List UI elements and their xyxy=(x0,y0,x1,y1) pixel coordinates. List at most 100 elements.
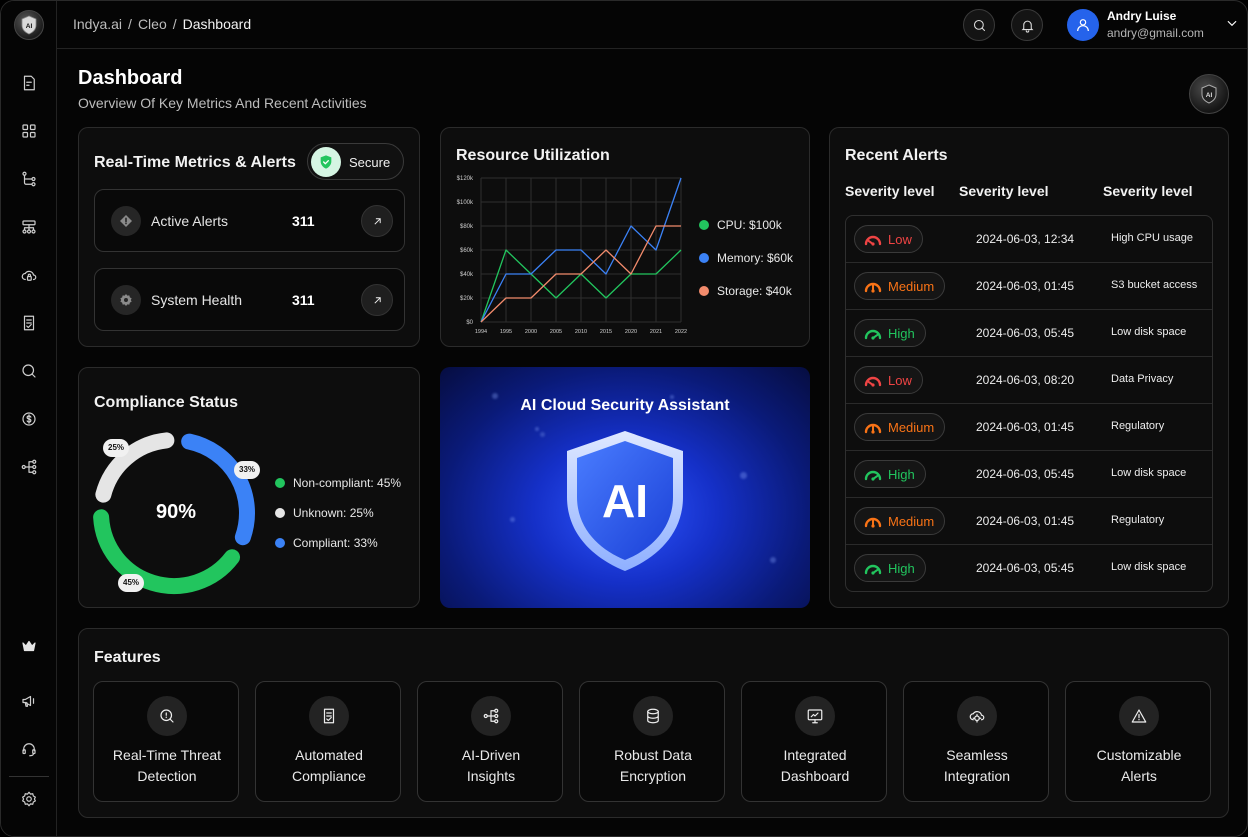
legend-label: Compliant: 33% xyxy=(293,536,378,550)
donut-tag-compliant: 33% xyxy=(234,461,261,479)
dollar-icon[interactable] xyxy=(17,407,41,431)
user-menu[interactable]: Andry Luise andry@gmail.com xyxy=(1067,8,1243,42)
table-row[interactable]: Medium 2024-06-03, 01:45 Regulatory xyxy=(846,498,1212,545)
resource-title: Resource Utilization xyxy=(456,147,610,164)
flow-icon[interactable] xyxy=(17,167,41,191)
alert-icon xyxy=(111,206,141,236)
threat-search-icon xyxy=(147,696,187,736)
open-button[interactable] xyxy=(361,205,393,237)
x-tick-label: 2000 xyxy=(525,329,537,335)
table-row[interactable]: Medium 2024-06-03, 01:45 Regulatory xyxy=(846,404,1212,451)
feature-label: Robust Data Encryption xyxy=(614,747,692,784)
bell-icon xyxy=(1021,20,1033,33)
sparkle xyxy=(770,557,776,563)
table-row[interactable]: Low 2024-06-03, 12:34 High CPU usage xyxy=(846,216,1212,263)
breadcrumb: Indya.ai / Cleo / Dashboard xyxy=(73,16,251,32)
cloud-lock-icon[interactable] xyxy=(17,263,41,287)
table-row[interactable]: Medium 2024-06-03, 01:45 S3 bucket access xyxy=(846,263,1212,310)
table-row[interactable]: Low 2024-06-03, 08:20 Data Privacy xyxy=(846,357,1212,404)
feature-seamless-integration[interactable]: Seamless Integration xyxy=(903,681,1049,802)
search-icon[interactable] xyxy=(17,359,41,383)
ai-assistant-card[interactable]: AI Cloud Security Assistant AI xyxy=(440,367,810,608)
table-row[interactable]: High 2024-06-03, 05:45 Low disk space xyxy=(846,451,1212,498)
megaphone-icon[interactable] xyxy=(17,689,41,713)
x-tick-label: 1995 xyxy=(500,329,512,335)
notifications-button[interactable] xyxy=(1011,9,1043,41)
legend-label: Memory: $60k xyxy=(717,251,794,265)
gauge-icon xyxy=(864,423,882,434)
features-title: Features xyxy=(94,649,161,666)
metrics-title: Real-Time Metrics & Alerts xyxy=(94,154,296,171)
ai-shield-icon: AI xyxy=(567,431,683,571)
legend-label: Non-compliant: 45% xyxy=(293,476,402,490)
severity-label: Low xyxy=(888,231,912,247)
network-icon[interactable] xyxy=(17,455,41,479)
metric-active-alerts[interactable]: Active Alerts 311 xyxy=(94,189,405,252)
legend-item-memory: Memory: $60k xyxy=(699,251,793,265)
resource-card: Resource Utilization $0 $20k $40k $60k $80k $… xyxy=(440,127,810,347)
search-icon xyxy=(973,19,985,31)
status-badge[interactable]: Secure xyxy=(307,143,404,180)
sidebar: AI xyxy=(1,1,57,836)
gauge-icon xyxy=(864,376,882,387)
legend-label: CPU: $100k xyxy=(717,218,782,232)
page-subtitle: Overview Of Key Metrics And Recent Activ… xyxy=(78,95,367,111)
y-tick-label: $80k xyxy=(460,224,474,230)
table-row[interactable]: High 2024-06-03, 05:45 Low disk space xyxy=(846,310,1212,357)
column-header: Severity level xyxy=(1103,183,1193,199)
alert-time: 2024-06-03, 08:20 xyxy=(976,373,1075,387)
breadcrumb-separator: / xyxy=(128,16,132,32)
report-icon[interactable] xyxy=(17,71,41,95)
ai-assistant-button[interactable]: AI xyxy=(1189,74,1229,114)
headset-icon[interactable] xyxy=(17,737,41,761)
alert-description: Low disk space xyxy=(1111,467,1187,479)
warning-icon xyxy=(1119,696,1159,736)
severity-label: High xyxy=(888,466,915,482)
search-button[interactable] xyxy=(963,9,995,41)
crown-icon[interactable] xyxy=(17,634,41,658)
feature-ai-insights[interactable]: AI-Driven Insights xyxy=(417,681,563,802)
breadcrumb-item[interactable]: Indya.ai xyxy=(73,16,122,32)
metric-value: 311 xyxy=(292,292,315,308)
open-button[interactable] xyxy=(361,284,393,316)
alert-time: 2024-06-03, 01:45 xyxy=(976,420,1075,434)
topbar: Indya.ai / Cleo / Dashboard Andry Luise … xyxy=(57,1,1247,49)
feature-automated-compliance[interactable]: Automated Compliance xyxy=(255,681,401,802)
alert-time: 2024-06-03, 05:45 xyxy=(976,467,1075,481)
severity-badge: Medium xyxy=(854,413,946,441)
feature-label: Real-Time Threat Detection xyxy=(112,747,222,784)
feature-integrated-dashboard[interactable]: Integrated Dashboard xyxy=(741,681,887,802)
table-row[interactable]: High 2024-06-03, 05:45 Low disk space xyxy=(846,545,1212,591)
y-tick-label: $120k xyxy=(457,176,474,182)
x-tick-label: 2021 xyxy=(650,329,662,335)
breadcrumb-item[interactable]: Cleo xyxy=(138,16,167,32)
alert-description: Low disk space xyxy=(1111,561,1187,573)
legend-swatch xyxy=(699,220,709,230)
avatar[interactable] xyxy=(1067,9,1099,41)
sidebar-divider xyxy=(9,776,49,777)
sparkle xyxy=(535,427,539,431)
gauge-icon xyxy=(864,329,882,340)
legend-label: Unknown: 25% xyxy=(293,506,374,520)
grid-icon[interactable] xyxy=(17,119,41,143)
feature-label: Automated Compliance xyxy=(292,747,366,784)
legend-swatch xyxy=(275,508,285,518)
svg-text:AI: AI xyxy=(602,475,648,527)
severity-label: High xyxy=(888,325,915,341)
severity-badge: Medium xyxy=(854,272,946,300)
metric-system-health[interactable]: System Health 311 xyxy=(94,268,405,331)
hierarchy-icon[interactable] xyxy=(17,215,41,239)
column-header: Severity level xyxy=(845,183,935,199)
chevron-down-icon[interactable] xyxy=(1225,16,1241,32)
settings-icon[interactable] xyxy=(17,787,41,811)
brand-logo[interactable]: AI xyxy=(14,10,44,40)
feature-data-encryption[interactable]: Robust Data Encryption xyxy=(579,681,725,802)
legend-item-noncompliant: Non-compliant: 45% xyxy=(275,476,401,490)
feature-customizable-alerts[interactable]: Customizable Alerts xyxy=(1065,681,1211,802)
checklist-icon[interactable] xyxy=(17,311,41,335)
feature-threat-detection[interactable]: Real-Time Threat Detection xyxy=(93,681,239,802)
metric-value: 311 xyxy=(292,213,315,229)
monitor-icon xyxy=(795,696,835,736)
svg-text:AI: AI xyxy=(26,23,33,30)
compliance-title: Compliance Status xyxy=(94,394,239,411)
